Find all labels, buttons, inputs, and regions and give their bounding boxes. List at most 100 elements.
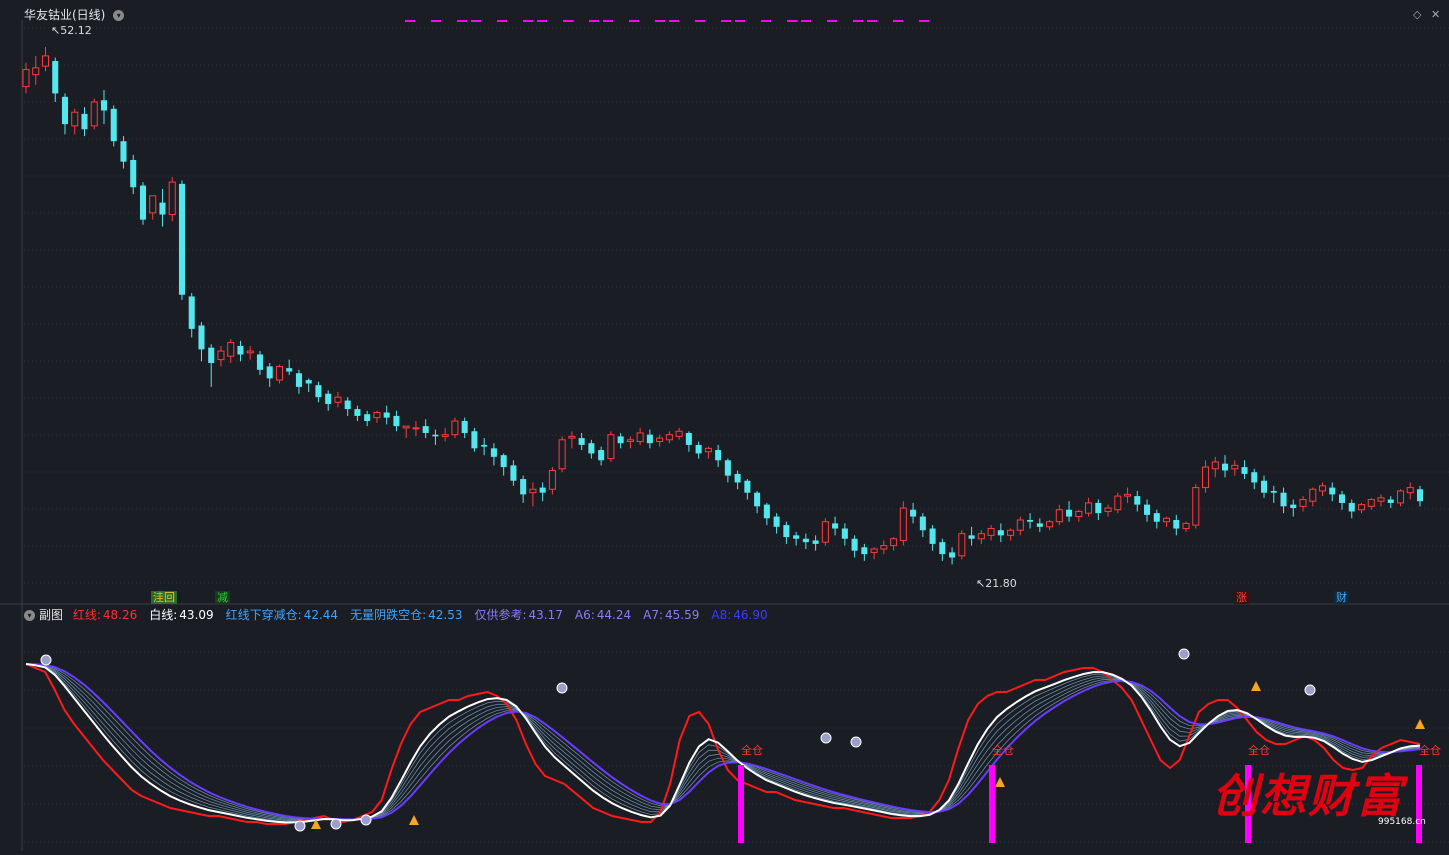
legend-item-value: 42.53: [428, 608, 463, 622]
legend-item: 白线: 43.09: [149, 608, 219, 622]
white-line: [25, 663, 1421, 824]
signal-tag-finance: 财: [1334, 591, 1349, 604]
candle-body: [461, 421, 468, 433]
candle-body: [1396, 490, 1405, 504]
candle-body: [949, 552, 956, 558]
candle-body: [325, 393, 332, 404]
legend-item-value: 43.17: [528, 608, 563, 622]
candle-body: [734, 473, 741, 483]
candle-body: [1095, 502, 1102, 514]
signal-tag-reduce: 减: [215, 591, 230, 604]
candle-body: [899, 507, 907, 541]
candle-body: [490, 448, 497, 457]
candle-body: [217, 350, 225, 361]
watermark-url: 995168.cn: [1378, 817, 1426, 827]
candle-body: [286, 368, 293, 372]
candle-body: [880, 545, 888, 550]
candle-body: [617, 436, 624, 444]
candle-body: [656, 437, 664, 442]
low-price-value: 21.80: [985, 577, 1017, 590]
candle-body: [578, 438, 585, 445]
legend-item: 无量阴跌空仓: 42.53: [350, 608, 468, 622]
candle-body: [22, 69, 30, 88]
band-line: [25, 663, 1421, 820]
candle-body: [441, 434, 449, 437]
candle-body: [139, 185, 147, 220]
candle-body: [510, 465, 517, 481]
runner-icon: [1251, 681, 1261, 691]
candle-body: [500, 455, 507, 468]
candle-body: [1182, 522, 1190, 530]
candle-body: [266, 366, 273, 379]
candle-body: [1348, 502, 1355, 512]
candle-body: [256, 354, 263, 370]
grid-lines: [0, 20, 1449, 851]
diamond-icon[interactable]: ◇: [1413, 8, 1421, 21]
legend-item: A8: 46.90: [711, 608, 773, 622]
candle-body: [61, 96, 69, 125]
candle-body: [1114, 495, 1122, 511]
signal-dot: [330, 818, 342, 830]
chevron-down-icon[interactable]: ▾: [24, 610, 35, 621]
legend-item-name: A6:: [574, 608, 595, 622]
candle-body: [754, 492, 761, 507]
candle-body: [1222, 463, 1229, 471]
full-position-label: 全仓: [1248, 744, 1270, 757]
candle-body: [1387, 499, 1394, 503]
chart-container: [0, 0, 1449, 851]
legend-item-value: 48.26: [102, 608, 138, 622]
candle-body: [1144, 504, 1151, 515]
candle-body: [598, 450, 605, 461]
candle-body: [52, 61, 59, 94]
signal-bar: [1416, 765, 1422, 843]
candle-body: [968, 535, 975, 539]
candle-body: [1241, 467, 1248, 474]
legend-item-value: 44.24: [596, 608, 632, 622]
candle-body: [520, 479, 527, 495]
candle-body: [1357, 504, 1366, 511]
candle-body: [1046, 521, 1054, 528]
red-line: [25, 663, 1421, 825]
candle-body: [227, 342, 235, 357]
candle-body: [1016, 519, 1024, 531]
candle-body: [1124, 493, 1132, 497]
candle-body: [1036, 523, 1043, 527]
candle-body: [237, 345, 244, 355]
signal-bar: [738, 765, 744, 843]
signal-dot: [294, 820, 306, 832]
candle-body: [1377, 497, 1385, 502]
candle-body: [841, 528, 848, 539]
candle-body: [383, 412, 390, 418]
close-icon[interactable]: ✕: [1431, 8, 1440, 21]
runner-icon: [409, 815, 419, 825]
candle-body: [929, 528, 936, 544]
band-line: [25, 663, 1421, 822]
candle-body: [1299, 499, 1307, 507]
candle-body: [539, 487, 546, 493]
candle-body: [168, 181, 176, 216]
candle-body: [1416, 489, 1424, 502]
candle-body: [481, 444, 488, 447]
candle-body: [412, 427, 420, 430]
candle-body: [315, 385, 322, 398]
chevron-down-icon[interactable]: ▾: [113, 10, 125, 21]
candle-body: [1290, 504, 1297, 509]
candle-body: [295, 373, 302, 387]
high-price-value: 52.12: [60, 24, 92, 37]
candle-body: [344, 400, 351, 410]
candle-body: [812, 540, 819, 544]
legend-item-name: 仅供参考:: [474, 608, 527, 622]
candle-body: [558, 439, 566, 470]
candle-body: [1251, 472, 1258, 483]
chart-canvas[interactable]: [0, 0, 1449, 851]
candle-body: [939, 542, 946, 555]
candle-body: [744, 480, 751, 493]
candle-body: [422, 426, 429, 433]
candle-body: [1231, 464, 1239, 470]
candle-body: [861, 547, 868, 555]
candle-body: [471, 431, 478, 449]
candle-body: [1104, 507, 1112, 512]
blue-line: [25, 663, 1421, 821]
candle-body: [1153, 513, 1160, 522]
candle-body: [851, 538, 858, 551]
